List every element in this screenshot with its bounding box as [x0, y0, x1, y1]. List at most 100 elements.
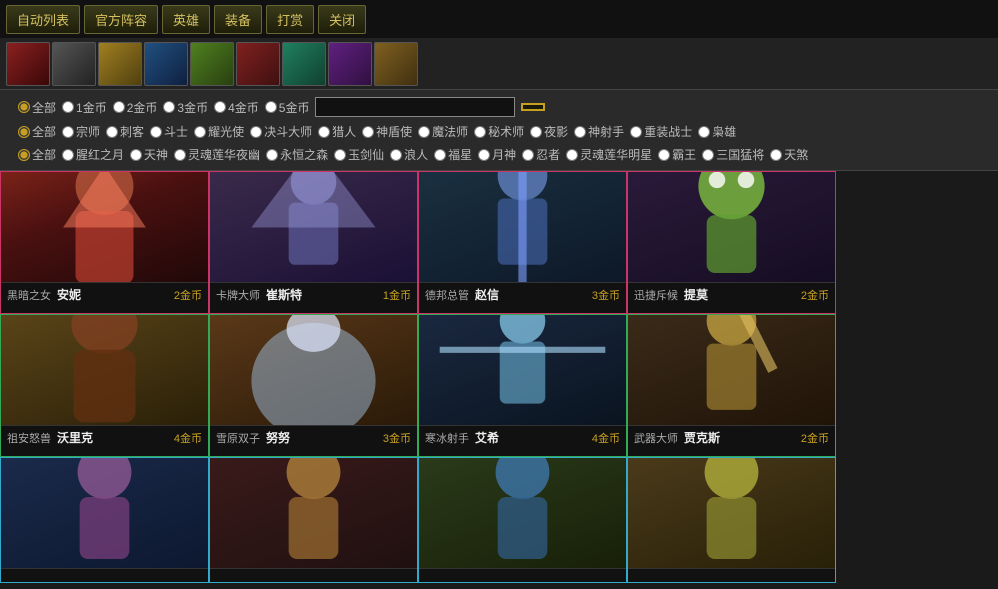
cost-radio-3[interactable]	[163, 101, 175, 113]
cost-option-1[interactable]: 1金币	[62, 99, 107, 116]
champion-card[interactable]: 卡牌大师 崔斯特 1金币	[209, 171, 418, 314]
champion-footer: 迅捷斥候 提莫 2金币	[628, 282, 835, 306]
champion-title: 迅捷斥候	[634, 287, 678, 303]
champion-names: 卡牌大师 崔斯特	[216, 286, 302, 303]
champion-card[interactable]: 德邦总管 赵信 3金币	[418, 171, 627, 314]
bond-option-13[interactable]: 天煞	[770, 146, 808, 163]
bond-option-4[interactable]: 永恒之森	[266, 146, 328, 163]
champion-card[interactable]	[627, 457, 836, 583]
bond-option-10[interactable]: 灵魂莲华明星	[566, 146, 652, 163]
cost-radio-2[interactable]	[113, 101, 125, 113]
cost-option-1-label: 1金币	[76, 99, 107, 116]
champion-card[interactable]	[209, 457, 418, 583]
champion-name: 努努	[266, 429, 290, 446]
champion-card[interactable]: 迅捷斥候 提莫 2金币	[627, 171, 836, 314]
search-button[interactable]	[521, 103, 545, 111]
champion-name: 提莫	[684, 286, 708, 303]
champion-title: 德邦总管	[425, 287, 469, 303]
class-option-9[interactable]: 秘术师	[474, 123, 524, 140]
champion-image	[1, 315, 208, 425]
champion-title: 武器大师	[634, 430, 678, 446]
cost-option-3[interactable]: 3金币	[163, 99, 208, 116]
top-icon-4[interactable]	[190, 42, 234, 86]
class-option-11[interactable]: 神射手	[574, 123, 624, 140]
champion-title: 寒冰射手	[425, 430, 469, 446]
nav-btn-装备[interactable]: 装备	[214, 5, 262, 34]
champion-footer: 祖安怒兽 沃里克 4金币	[1, 425, 208, 449]
champion-names: 德邦总管 赵信	[425, 286, 499, 303]
class-option-10[interactable]: 夜影	[530, 123, 568, 140]
search-input[interactable]	[315, 97, 515, 117]
bond-option-2[interactable]: 天神	[130, 146, 168, 163]
champion-footer	[210, 568, 417, 575]
class-option-2[interactable]: 刺客	[106, 123, 144, 140]
champion-names: 雪原双子 努努	[216, 429, 290, 446]
champion-image	[628, 172, 835, 282]
champion-cost: 3金币	[383, 430, 411, 446]
bond-filter-row: 全部 腥红之月 天神 灵魂莲华夜幽 永恒之森 玉剑仙 浪人 福星 月神 忍者 灵…	[8, 143, 990, 166]
top-icon-6[interactable]	[282, 42, 326, 86]
nav-btn-打赏[interactable]: 打赏	[266, 5, 314, 34]
bond-option-8[interactable]: 月神	[478, 146, 516, 163]
champion-image	[1, 458, 208, 568]
class-option-8[interactable]: 魔法师	[418, 123, 468, 140]
champion-cost: 2金币	[174, 287, 202, 303]
champion-footer	[1, 568, 208, 575]
cost-option-5[interactable]: 5金币	[265, 99, 310, 116]
bond-option-6[interactable]: 浪人	[390, 146, 428, 163]
bond-option-1[interactable]: 腥红之月	[62, 146, 124, 163]
champion-card[interactable]: 黑暗之女 安妮 2金币	[0, 171, 209, 314]
cost-option-3-label: 3金币	[177, 99, 208, 116]
bond-option-9[interactable]: 忍者	[522, 146, 560, 163]
champion-name: 沃里克	[57, 429, 93, 446]
top-icon-0[interactable]	[6, 42, 50, 86]
champion-image	[419, 315, 626, 425]
class-option-5[interactable]: 决斗大师	[250, 123, 312, 140]
champion-card[interactable]: 寒冰射手 艾希 4金币	[418, 314, 627, 457]
class-option-6[interactable]: 猎人	[318, 123, 356, 140]
cost-option-all[interactable]: 全部	[18, 99, 56, 116]
cost-option-2[interactable]: 2金币	[113, 99, 158, 116]
cost-option-5-label: 5金币	[279, 99, 310, 116]
class-option-all[interactable]: 全部	[18, 123, 56, 140]
top-icon-7[interactable]	[328, 42, 372, 86]
top-icon-8[interactable]	[374, 42, 418, 86]
champion-card[interactable]	[418, 457, 627, 583]
top-icon-3[interactable]	[144, 42, 188, 86]
top-icon-5[interactable]	[236, 42, 280, 86]
champion-card[interactable]: 祖安怒兽 沃里克 4金币	[0, 314, 209, 457]
bond-option-12[interactable]: 三国猛将	[702, 146, 764, 163]
cost-radio-all[interactable]	[18, 101, 30, 113]
class-option-13[interactable]: 枭雄	[698, 123, 736, 140]
champion-card[interactable]: 武器大师 贾克斯 2金币	[627, 314, 836, 457]
top-icon-2[interactable]	[98, 42, 142, 86]
bond-option-5[interactable]: 玉剑仙	[334, 146, 384, 163]
champion-image	[628, 458, 835, 568]
champion-card[interactable]: 雪原双子 努努 3金币	[209, 314, 418, 457]
bond-option-3[interactable]: 灵魂莲华夜幽	[174, 146, 260, 163]
nav-bar: 自动列表官方阵容英雄装备打赏关闭	[0, 0, 998, 38]
class-option-4[interactable]: 耀光使	[194, 123, 244, 140]
champion-title: 卡牌大师	[216, 287, 260, 303]
cost-radio-4[interactable]	[214, 101, 226, 113]
champion-footer: 黑暗之女 安妮 2金币	[1, 282, 208, 306]
cost-option-4[interactable]: 4金币	[214, 99, 259, 116]
champion-image	[210, 458, 417, 568]
nav-btn-关闭[interactable]: 关闭	[318, 5, 366, 34]
champion-card[interactable]	[0, 457, 209, 583]
nav-btn-官方阵容[interactable]: 官方阵容	[84, 5, 158, 34]
class-option-3[interactable]: 斗士	[150, 123, 188, 140]
bond-option-7[interactable]: 福星	[434, 146, 472, 163]
bond-option-11[interactable]: 霸王	[658, 146, 696, 163]
nav-btn-自动列表[interactable]: 自动列表	[6, 5, 80, 34]
champion-names: 武器大师 贾克斯	[634, 429, 720, 446]
cost-radio-5[interactable]	[265, 101, 277, 113]
bond-option-all[interactable]: 全部	[18, 146, 56, 163]
cost-radio-1[interactable]	[62, 101, 74, 113]
nav-btn-英雄[interactable]: 英雄	[162, 5, 210, 34]
class-option-1[interactable]: 宗师	[62, 123, 100, 140]
class-option-7[interactable]: 神盾使	[362, 123, 412, 140]
champion-footer: 寒冰射手 艾希 4金币	[419, 425, 626, 449]
top-icon-1[interactable]	[52, 42, 96, 86]
class-option-12[interactable]: 重装战士	[630, 123, 692, 140]
